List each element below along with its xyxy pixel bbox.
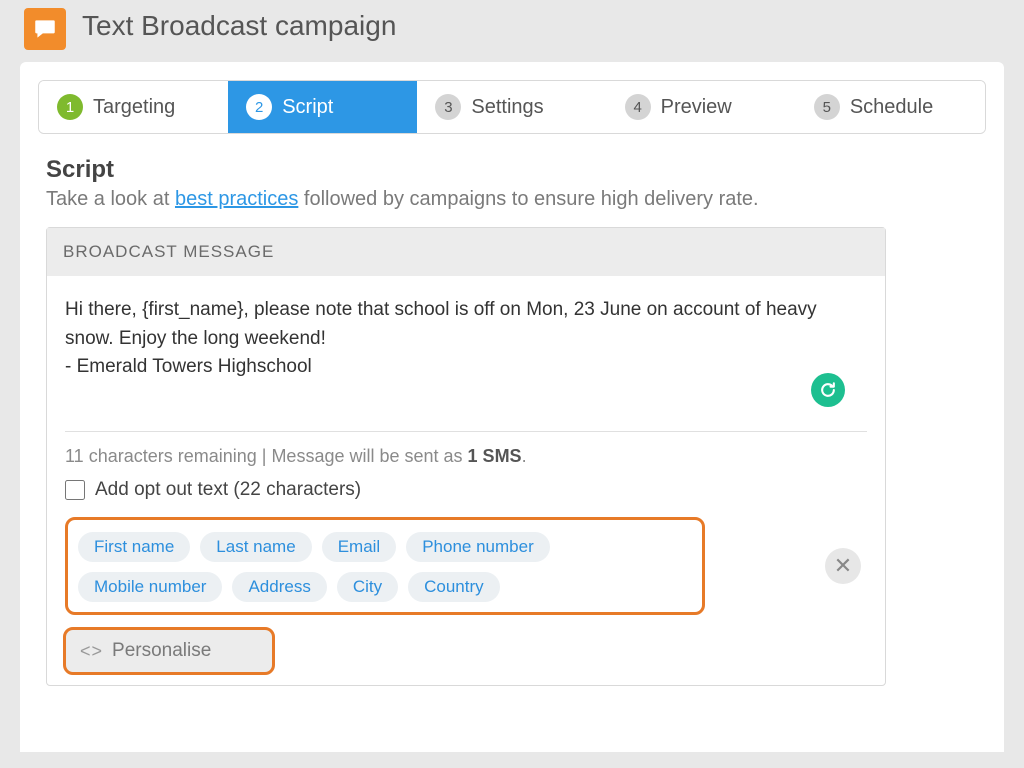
wizard-tabs: 1 Targeting 2 Script 3 Settings 4 Previe… xyxy=(38,80,986,134)
step-label: Settings xyxy=(471,96,543,119)
personalise-button[interactable]: < > Personalise xyxy=(63,627,275,675)
token-mobile-number[interactable]: Mobile number xyxy=(78,572,222,602)
wizard-step-preview[interactable]: 4 Preview xyxy=(607,81,796,133)
script-section: Script Take a look at best practices fol… xyxy=(38,134,986,686)
personalise-label: Personalise xyxy=(112,640,211,662)
token-first-name[interactable]: First name xyxy=(78,532,190,562)
best-practices-link[interactable]: best practices xyxy=(175,188,298,210)
stats-prefix: characters remaining | Message will be s… xyxy=(84,446,468,466)
token-country[interactable]: Country xyxy=(408,572,500,602)
character-stats: 11 characters remaining | Message will b… xyxy=(65,432,867,473)
chat-bubble-icon xyxy=(24,8,66,50)
step-label: Preview xyxy=(661,96,732,119)
section-subtitle: Take a look at best practices followed b… xyxy=(46,188,978,211)
wizard-step-settings[interactable]: 3 Settings xyxy=(417,81,606,133)
wizard-step-schedule[interactable]: 5 Schedule xyxy=(796,81,985,133)
token-last-name[interactable]: Last name xyxy=(200,532,311,562)
step-label: Script xyxy=(282,96,333,119)
token-city[interactable]: City xyxy=(337,572,398,602)
wizard-step-script[interactable]: 2 Script xyxy=(228,81,417,133)
subtitle-before: Take a look at xyxy=(46,188,175,210)
optout-row[interactable]: Add opt out text (22 characters) xyxy=(65,473,867,517)
close-tokens-button[interactable]: ✕ xyxy=(825,548,861,584)
token-phone-number[interactable]: Phone number xyxy=(406,532,550,562)
close-icon: ✕ xyxy=(834,553,852,579)
grammarly-icon[interactable] xyxy=(811,373,845,407)
token-address[interactable]: Address xyxy=(232,572,326,602)
optout-checkbox[interactable] xyxy=(65,480,85,500)
personalisation-tokens: First name Last name Email Phone number … xyxy=(65,517,705,615)
broadcast-message-header: BROADCAST MESSAGE xyxy=(47,228,885,276)
step-label: Schedule xyxy=(850,96,933,119)
personalisation-tokens-wrap: First name Last name Email Phone number … xyxy=(65,517,867,615)
subtitle-after: followed by campaigns to ensure high del… xyxy=(298,188,758,210)
step-number: 5 xyxy=(814,94,840,120)
step-label: Targeting xyxy=(93,96,175,119)
page-header: Text Broadcast campaign xyxy=(0,0,1024,62)
content-card: 1 Targeting 2 Script 3 Settings 4 Previe… xyxy=(20,62,1004,752)
page-title: Text Broadcast campaign xyxy=(82,4,396,42)
step-number: 3 xyxy=(435,94,461,120)
stats-suffix: . xyxy=(522,446,527,466)
optout-label: Add opt out text (22 characters) xyxy=(95,479,361,501)
chars-remaining-value: 11 xyxy=(65,446,84,466)
section-title: Script xyxy=(46,156,978,184)
broadcast-message-body: Hi there, {first_name}, please note that… xyxy=(47,276,885,675)
step-number: 1 xyxy=(57,94,83,120)
message-textarea[interactable]: Hi there, {first_name}, please note that… xyxy=(65,296,867,421)
wizard-step-targeting[interactable]: 1 Targeting xyxy=(39,81,228,133)
step-number: 4 xyxy=(625,94,651,120)
broadcast-message-card: BROADCAST MESSAGE Hi there, {first_name}… xyxy=(46,227,886,686)
token-email[interactable]: Email xyxy=(322,532,397,562)
code-brackets-icon: < > xyxy=(80,641,100,662)
step-number: 2 xyxy=(246,94,272,120)
sms-count: 1 SMS xyxy=(468,446,522,466)
